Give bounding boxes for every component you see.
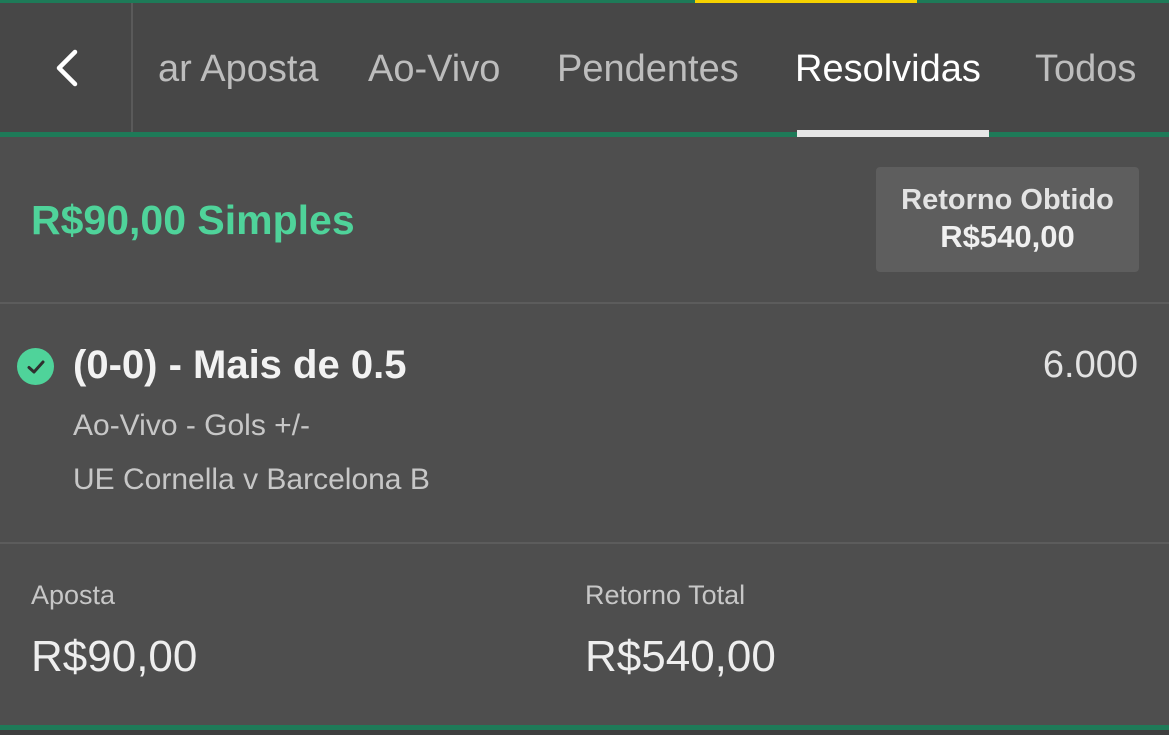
return-badge-value: R$540,00 xyxy=(940,219,1075,254)
total-return-label: Retorno Total xyxy=(585,580,746,610)
chevron-left-icon xyxy=(56,49,78,86)
tabs-scroller: ar Aposta Ao-Vivo Pendentes Resolvidas T… xyxy=(133,3,1169,132)
selection-event: UE Cornella v Barcelona B xyxy=(73,463,430,496)
back-button[interactable] xyxy=(0,3,132,132)
selection-name: (0-0) - Mais de 0.5 xyxy=(73,343,407,387)
stake-value: R$90,00 xyxy=(31,632,198,681)
bottom-edge xyxy=(0,730,1169,735)
stake-label: Aposta xyxy=(31,580,116,610)
active-tab-indicator xyxy=(797,130,989,137)
tab-pendentes[interactable]: Pendentes xyxy=(557,47,739,91)
return-badge: Retorno Obtido R$540,00 xyxy=(876,167,1139,272)
bet-selection: (0-0) - Mais de 0.5 6.000 Ao-Vivo - Gols… xyxy=(0,304,1169,542)
selection-odds: 6.000 xyxy=(1042,344,1138,386)
tab-todos[interactable]: Todos xyxy=(1035,47,1136,91)
tab-ao-vivo[interactable]: Ao-Vivo xyxy=(368,47,500,91)
return-badge-label: Retorno Obtido xyxy=(901,184,1114,216)
total-return-value: R$540,00 xyxy=(585,632,776,681)
bet-title: R$90,00 Simples xyxy=(31,197,355,243)
bet-summary: R$90,00 Simples Retorno Obtido R$540,00 xyxy=(0,137,1169,302)
bet-totals: Aposta R$90,00 Retorno Total R$540,00 xyxy=(0,544,1169,725)
tab-bar: ar Aposta Ao-Vivo Pendentes Resolvidas T… xyxy=(0,3,1169,132)
tab-criar-aposta[interactable]: ar Aposta xyxy=(158,47,319,91)
selection-market: Ao-Vivo - Gols +/- xyxy=(73,409,311,442)
tab-resolvidas[interactable]: Resolvidas xyxy=(795,47,981,91)
check-circle-icon xyxy=(17,348,54,385)
